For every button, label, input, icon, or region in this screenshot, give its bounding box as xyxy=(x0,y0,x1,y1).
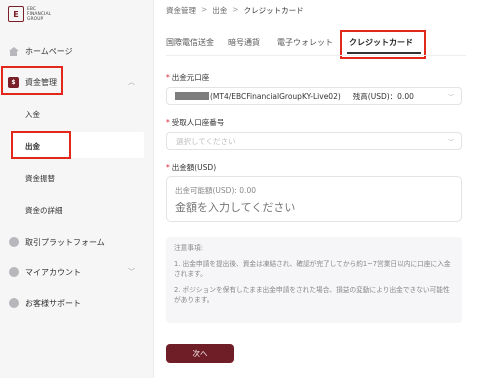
sidebar-item-label: 取引プラットフォーム xyxy=(25,237,105,247)
tab-crypto[interactable]: 暗号通貨 xyxy=(228,37,260,48)
sidebar-item-label: マイアカウント xyxy=(25,267,81,277)
source-account-select[interactable]: (MT4/EBCFinancialGroupKY-Live02) 残高(USD)… xyxy=(166,87,462,105)
available-amount: 出金可能額(USD): 0.00 xyxy=(175,186,256,195)
notice-title: 注意事項: xyxy=(174,244,204,252)
sidebar-item-my-account[interactable]: マイアカウント ﹀ xyxy=(0,263,154,281)
source-account-value: (MT4/EBCFinancialGroupKY-Live02) xyxy=(210,91,341,101)
active-tab-indicator xyxy=(347,52,421,54)
sidebar-item-label: お客様サポート xyxy=(25,298,81,308)
logo[interactable]: E EBC FINANCIAL GROUP xyxy=(8,6,51,22)
chevron-up-icon: ︿ xyxy=(128,78,135,86)
amount-label: * 出金額(USD) xyxy=(166,163,217,172)
sidebar-subitem-deposit[interactable]: 入金 xyxy=(25,109,40,120)
breadcrumb-current: クレジットカード xyxy=(243,6,304,15)
breadcrumb-separator: > xyxy=(232,5,239,14)
source-account-balance: 残高(USD)：0.00 xyxy=(352,91,414,101)
tab-credit-card[interactable]: クレジットカード xyxy=(349,37,413,48)
notice-item: 1. 出金申請を提出後、資金は凍結され、確認が完了してから約1~7営業日以内に口… xyxy=(174,260,451,278)
masked-account-number xyxy=(175,92,209,100)
breadcrumb-item[interactable]: 出金 xyxy=(212,5,227,16)
required-marker: * xyxy=(166,118,170,127)
required-marker: * xyxy=(166,73,170,82)
chevron-down-icon: ﹀ xyxy=(128,268,135,276)
recipient-account-placeholder: 選択してください xyxy=(176,136,236,146)
sidebar-item-label: 資金管理 xyxy=(25,77,57,87)
sidebar-item-home[interactable]: ホームページ xyxy=(0,42,154,60)
breadcrumb-item[interactable]: 資金管理 xyxy=(166,5,196,16)
logo-text: EBC FINANCIAL GROUP xyxy=(27,6,52,22)
chevron-down-icon: ﹀ xyxy=(447,93,454,101)
next-button[interactable]: 次へ xyxy=(166,344,234,363)
amount-input[interactable] xyxy=(175,202,445,214)
tabs-divider xyxy=(166,55,466,56)
chevron-down-icon: ﹀ xyxy=(447,138,454,146)
sidebar-subitem-details[interactable]: 資金の詳細 xyxy=(25,205,63,216)
breadcrumb-separator: > xyxy=(201,5,208,14)
recipient-account-label: * 受取人口座番号 xyxy=(166,118,225,127)
sidebar-item-support[interactable]: お客様サポート xyxy=(0,294,154,312)
help-icon xyxy=(8,298,19,309)
tab-wire-transfer[interactable]: 国際電信送金 xyxy=(166,37,214,48)
sidebar-item-funds[interactable]: $ 資金管理 ︿ xyxy=(0,73,154,91)
sidebar: E EBC FINANCIAL GROUP ホームページ $ 資金管理 ︿ 入金… xyxy=(0,0,154,378)
amount-box: 出金可能額(USD): 0.00 xyxy=(166,176,462,222)
notice-item: 2. ポジションを保有したまま出金申請をされた場合、損益の変動により出金できない… xyxy=(174,286,450,304)
sidebar-subitem-withdrawal[interactable]: 出金 xyxy=(25,141,40,152)
home-icon xyxy=(8,46,19,57)
logo-mark: E xyxy=(8,6,24,22)
recipient-account-select[interactable]: 選択してください ﹀ xyxy=(166,132,462,150)
required-marker: * xyxy=(166,163,170,172)
platform-icon xyxy=(8,237,19,248)
notice-box: 注意事項: 1. 出金申請を提出後、資金は凍結され、確認が完了してから約1~7営… xyxy=(166,237,462,323)
user-icon xyxy=(8,267,19,278)
sidebar-item-label: ホームページ xyxy=(25,46,73,56)
tab-e-wallet[interactable]: 電子ウォレット xyxy=(277,37,333,48)
sidebar-item-trading-platform[interactable]: 取引プラットフォーム xyxy=(0,233,154,251)
breadcrumb: 資金管理 > 出金 > クレジットカード xyxy=(166,5,304,16)
source-account-label: * 出金元口座 xyxy=(166,73,210,82)
funds-icon: $ xyxy=(8,76,19,88)
sidebar-subitem-transfer[interactable]: 資金振替 xyxy=(25,173,55,184)
